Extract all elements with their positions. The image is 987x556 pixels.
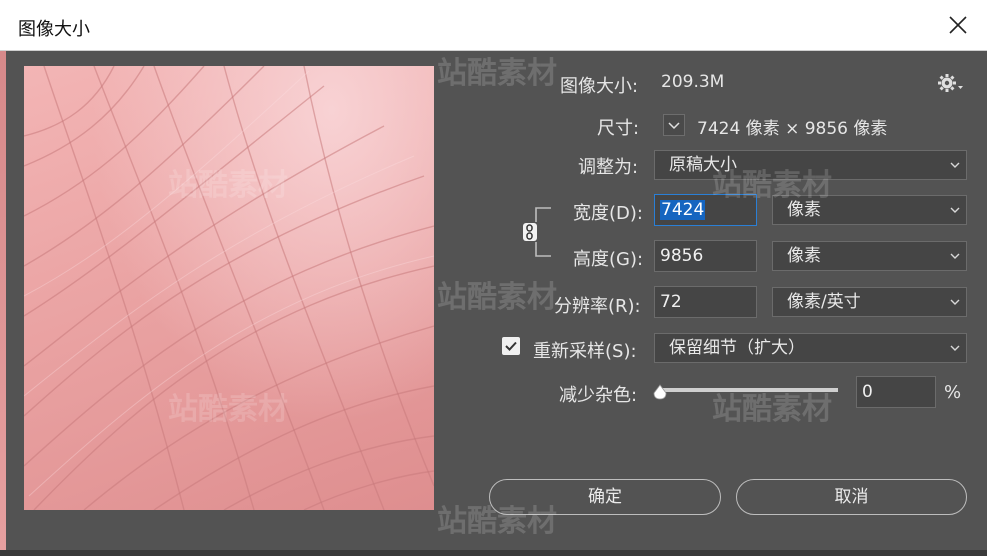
height-label: 高度(G): bbox=[573, 249, 644, 270]
chevron-down-icon bbox=[950, 253, 960, 259]
resample-checkbox[interactable] bbox=[502, 337, 520, 355]
watermark: 站酷素材 bbox=[437, 504, 557, 539]
watermark: 站酷素材 bbox=[437, 56, 557, 91]
title-bar: 图像大小 bbox=[0, 0, 987, 51]
background-edge bbox=[0, 550, 987, 556]
watermark: 站酷素材 bbox=[712, 168, 832, 203]
image-size-value: 209.3M bbox=[661, 72, 725, 92]
chevron-down-icon bbox=[668, 122, 680, 130]
width-label: 宽度(D): bbox=[573, 203, 643, 224]
resolution-value: 72 bbox=[660, 292, 682, 312]
check-icon bbox=[505, 341, 517, 351]
height-value: 9856 bbox=[660, 246, 704, 266]
dimensions-label: 尺寸: bbox=[597, 118, 640, 139]
reduce-noise-input[interactable]: 0 bbox=[856, 376, 936, 408]
dimensions-value: 7424 像素 × 9856 像素 bbox=[697, 119, 888, 139]
slider-thumb-icon bbox=[653, 384, 667, 400]
resolution-unit-value: 像素/英寸 bbox=[787, 292, 861, 312]
link-icon bbox=[523, 207, 551, 257]
gear-icon bbox=[938, 74, 963, 92]
close-icon bbox=[949, 16, 967, 34]
reduce-noise-slider-thumb[interactable] bbox=[652, 384, 668, 400]
chevron-down-icon bbox=[950, 207, 960, 213]
watermark: 站酷素材 bbox=[168, 168, 288, 203]
reduce-noise-unit: % bbox=[944, 382, 962, 403]
resolution-input[interactable]: 72 bbox=[654, 286, 757, 318]
watermark: 站酷素材 bbox=[168, 392, 288, 427]
dialog-title: 图像大小 bbox=[18, 19, 90, 40]
watermark: 站酷素材 bbox=[712, 392, 832, 427]
chevron-down-icon bbox=[950, 299, 960, 305]
watermark: 站酷素材 bbox=[437, 280, 557, 315]
resolution-unit-dropdown[interactable]: 像素/英寸 bbox=[772, 287, 967, 317]
height-input[interactable]: 9856 bbox=[654, 240, 757, 272]
height-unit-dropdown[interactable]: 像素 bbox=[772, 241, 967, 271]
image-size-dialog: 图像大小 图像大小: 209.3M 尺寸: 7424 像素 × 9856 像素 … bbox=[0, 0, 987, 556]
resample-method-value: 保留细节（扩大） bbox=[669, 338, 805, 358]
background-image-edge bbox=[0, 50, 6, 556]
constrain-proportions-toggle[interactable] bbox=[518, 206, 552, 258]
resample-label: 重新采样(S): bbox=[533, 341, 637, 362]
reduce-noise-label: 减少杂色: bbox=[559, 385, 638, 406]
resolution-label: 分辨率(R): bbox=[554, 296, 641, 317]
image-preview[interactable] bbox=[24, 66, 434, 510]
settings-button[interactable] bbox=[936, 72, 964, 94]
close-button[interactable] bbox=[943, 10, 973, 40]
dimensions-unit-toggle[interactable] bbox=[663, 114, 685, 136]
image-size-label: 图像大小: bbox=[560, 76, 639, 97]
chevron-down-icon bbox=[950, 345, 960, 351]
fit-to-label: 调整为: bbox=[578, 157, 639, 178]
chevron-down-icon bbox=[950, 162, 960, 168]
feather-texture bbox=[24, 66, 434, 510]
cancel-button[interactable]: 取消 bbox=[736, 479, 967, 515]
width-value: 7424 bbox=[660, 200, 706, 220]
reduce-noise-value: 0 bbox=[862, 382, 873, 402]
resample-method-dropdown[interactable]: 保留细节（扩大） bbox=[654, 333, 967, 363]
height-unit-value: 像素 bbox=[787, 246, 821, 266]
